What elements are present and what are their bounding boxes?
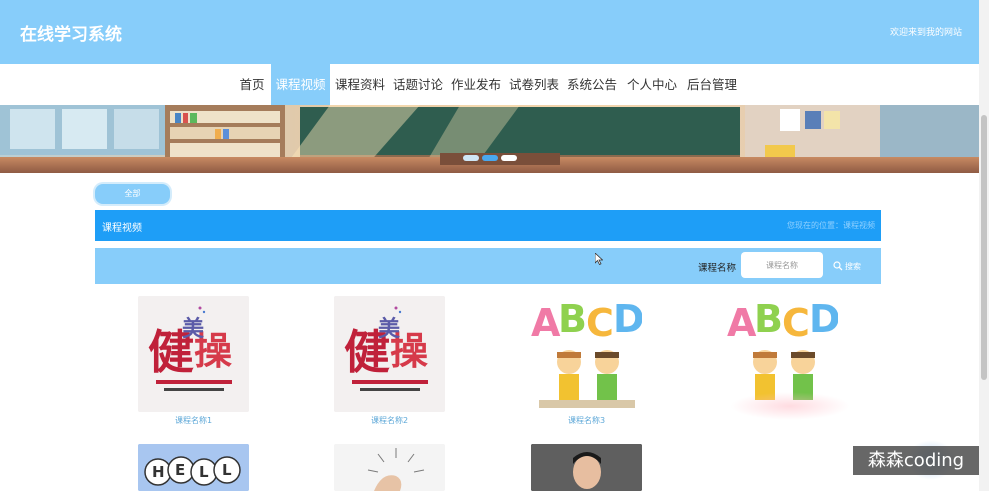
carousel-dot[interactable] — [501, 155, 517, 161]
svg-text:L: L — [199, 463, 209, 481]
search-icon — [833, 261, 843, 271]
svg-text:H: H — [152, 463, 165, 481]
nav-item-topic-discussion[interactable]: 话题讨论 — [390, 64, 446, 105]
svg-text:L: L — [222, 461, 232, 479]
all-category-button[interactable]: 全部 — [95, 184, 170, 204]
breadcrumb: 您现在的位置：课程视频 — [787, 221, 875, 230]
page-scrollbar-thumb[interactable] — [981, 115, 987, 380]
mouse-cursor-icon — [595, 253, 603, 265]
search-bar: 课程名称 搜索 — [95, 248, 881, 284]
course-image-lightbulb[interactable] — [334, 444, 445, 491]
blur-overlay — [730, 392, 850, 420]
course-image-hello[interactable]: H E L L — [138, 444, 249, 491]
nav-item-homework[interactable]: 作业发布 — [448, 64, 504, 105]
search-input[interactable] — [741, 252, 823, 278]
carousel-dot[interactable] — [463, 155, 479, 161]
watermark: 森森coding — [853, 446, 979, 475]
course-image-abcd-kids[interactable]: A B C D — [531, 296, 642, 412]
course-name[interactable]: 课程名称1 — [138, 415, 249, 426]
svg-text:A: A — [531, 301, 561, 345]
svg-text:A: A — [727, 301, 757, 345]
banner-carousel[interactable] — [0, 105, 979, 173]
svg-text:D: D — [613, 297, 642, 341]
course-name[interactable]: 课程名称2 — [334, 415, 445, 426]
course-image-jianmeicao[interactable]: 健 操 美 — [138, 296, 249, 412]
nav-item-home[interactable]: 首页 — [235, 64, 269, 105]
course-image-jianmeicao[interactable]: 健 操 美 — [334, 296, 445, 412]
svg-text:E: E — [175, 461, 185, 479]
nav-item-personal-center[interactable]: 个人中心 — [624, 64, 680, 105]
svg-text:C: C — [586, 301, 614, 345]
nav-item-course-video[interactable]: 课程视频 — [271, 64, 330, 105]
carousel-dots — [463, 155, 517, 163]
nav-item-course-materials[interactable]: 课程资料 — [332, 64, 388, 105]
search-button-label: 搜索 — [845, 261, 861, 271]
site-title[interactable]: 在线学习系统 — [20, 20, 122, 45]
site-header: 在线学习系统 欢迎来到我的网站 — [0, 0, 979, 64]
main-nav: 首页 课程视频 课程资料 话题讨论 作业发布 试卷列表 系统公告 个人中心 后台… — [0, 64, 979, 105]
svg-text:C: C — [782, 301, 810, 345]
course-name[interactable]: 课程名称3 — [531, 415, 642, 426]
svg-text:B: B — [558, 297, 587, 341]
search-label: 课程名称 — [698, 263, 737, 274]
search-button[interactable]: 搜索 — [833, 259, 861, 273]
nav-item-exam-list[interactable]: 试卷列表 — [506, 64, 562, 105]
section-title-bar: 课程视频 您现在的位置：课程视频 — [95, 210, 881, 241]
nav-item-announcements[interactable]: 系统公告 — [564, 64, 620, 105]
section-title: 课程视频 — [102, 223, 142, 234]
svg-text:美: 美 — [182, 316, 205, 342]
svg-text:D: D — [809, 297, 838, 341]
carousel-dot-active[interactable] — [482, 155, 498, 161]
course-image-portrait[interactable] — [531, 444, 642, 491]
welcome-text: 欢迎来到我的网站 — [889, 28, 962, 38]
svg-text:B: B — [754, 297, 783, 341]
nav-item-admin[interactable]: 后台管理 — [684, 64, 740, 105]
svg-text:美: 美 — [378, 316, 401, 342]
